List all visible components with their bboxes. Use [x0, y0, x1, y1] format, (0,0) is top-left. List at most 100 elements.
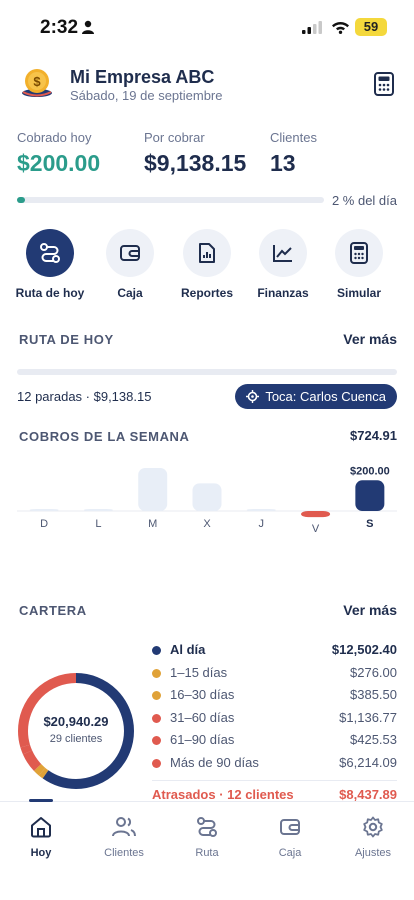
action-label: Reportes [180, 286, 233, 300]
legend-row: 61–90 días $425.53 [152, 731, 397, 754]
bottom-tab-bar: Hoy Clientes Ruta Caja Ajustes [0, 799, 414, 900]
stat-label: Clientes [270, 130, 317, 145]
legend-row: Más de 90 días $6,214.09 [152, 754, 397, 777]
weekly-collections-chart: D L M X J V S $200.00 [17, 465, 397, 535]
action-route-today[interactable]: Ruta de hoy [12, 229, 88, 300]
quick-actions: Ruta de hoy Caja Reportes Finanzas Simul… [12, 229, 402, 300]
action-circle [106, 229, 154, 277]
chart-line-icon [273, 245, 292, 262]
chart-data-label: $200.00 [350, 465, 390, 477]
legend-dot [152, 646, 161, 655]
chart-bar-M [138, 468, 168, 511]
legend-dot [152, 758, 161, 768]
stat-value: $200.00 [17, 150, 101, 176]
day-progress-label: 2 % del día [331, 193, 397, 208]
next-stop-chip[interactable]: Toca: Carlos Cuenca [235, 384, 397, 409]
legend-label: 31–60 días [170, 709, 235, 725]
legend-amount: $276.00 [350, 664, 397, 680]
action-label: Simular [336, 286, 381, 300]
route-icon [197, 817, 217, 837]
chart-tick-label: J [259, 518, 265, 530]
app-header: $ Mi Empresa ABC Sábado, 19 de septiembr… [18, 62, 396, 106]
chart-bar-D [29, 509, 59, 511]
portfolio-see-more-link[interactable]: Ver más [343, 602, 397, 618]
legend-row: 1–15 días $276.00 [152, 664, 397, 687]
next-stop-label: Toca: Carlos Cuenca [265, 389, 386, 404]
stat-pending: Por cobrar $9,138.15 [144, 130, 246, 177]
legend-amount: $1,136.77 [339, 709, 397, 725]
tab-route[interactable]: Ruta [172, 814, 242, 859]
chart-tick-label: V [312, 523, 320, 535]
portfolio-legend: Al día $12,502.40 1–15 días $276.00 16–3… [152, 641, 397, 802]
chart-bar-S [355, 480, 385, 511]
chart-tick-label: D [40, 518, 48, 530]
overdue-label: Atrasados · 12 clientes [152, 787, 294, 802]
stat-value: 13 [270, 150, 296, 176]
legend-amount: $12,502.40 [331, 642, 397, 657]
status-bar: 2:32 59 [0, 0, 414, 52]
stat-label: Cobrado hoy [17, 130, 92, 145]
overdue-amount: $8,437.89 [339, 787, 397, 802]
chart-tick-label: M [148, 518, 157, 530]
portfolio-total: $20,940.29 [43, 714, 109, 729]
action-label: Caja [117, 286, 143, 300]
tab-label: Ruta [195, 847, 219, 859]
stat-label: Por cobrar [144, 130, 205, 145]
action-label: Finanzas [257, 286, 309, 300]
legend-divider [152, 780, 397, 781]
action-cash[interactable]: Caja [92, 229, 168, 300]
legend-dot [152, 736, 161, 745]
wallet-icon [280, 819, 300, 835]
weekly-section-title: COBROS DE LA SEMANA [19, 429, 190, 444]
signal-icon [302, 21, 322, 34]
tab-label: Clientes [104, 847, 144, 859]
action-circle [259, 229, 307, 277]
stat-collected-today: Cobrado hoy $200.00 [17, 130, 100, 177]
action-circle [183, 229, 231, 277]
tab-label: Ajustes [354, 847, 392, 859]
summary-stats: Cobrado hoy $200.00 Por cobrar $9,138.15… [17, 130, 397, 180]
legend-row: 31–60 días $1,136.77 [152, 709, 397, 732]
target-icon [246, 390, 260, 403]
calculator-button[interactable] [374, 72, 394, 96]
users-icon [112, 817, 136, 837]
stat-value: $9,138.15 [144, 150, 247, 176]
action-label: Ruta de hoy [15, 286, 85, 300]
legend-amount: $385.50 [350, 687, 397, 702]
wallet-icon [120, 245, 140, 261]
active-tab-indicator [29, 799, 53, 802]
tab-clients[interactable]: Clientes [89, 814, 159, 859]
chart-tick-label: L [95, 518, 101, 530]
svg-text:$: $ [33, 74, 41, 89]
action-reports[interactable]: Reportes [169, 229, 245, 300]
wifi-icon [332, 22, 349, 34]
action-circle [335, 229, 383, 277]
action-simulate[interactable]: Simular [321, 229, 397, 300]
legend-row: 16–30 días $385.50 [152, 686, 397, 709]
calculator-icon [350, 242, 368, 264]
report-icon [199, 243, 215, 263]
overdue-summary[interactable]: Atrasados · 12 clientes $8,437.89 [152, 784, 397, 802]
legend-amount: $425.53 [350, 732, 397, 747]
legend-dot [152, 691, 161, 700]
current-date: Sábado, 19 de septiembre [70, 88, 223, 103]
tab-cash[interactable]: Caja [255, 814, 325, 859]
tab-label: Caja [278, 847, 302, 859]
action-finances[interactable]: Finanzas [245, 229, 321, 300]
tab-home[interactable]: Hoy [6, 814, 76, 859]
chart-bar-L [83, 509, 113, 511]
chart-bar-J [246, 509, 276, 511]
route-progress-bar [17, 369, 397, 375]
legend-dot [152, 713, 161, 723]
day-progress-bar [17, 197, 324, 203]
portfolio-clients: 29 clientes [49, 733, 103, 745]
legend-label: 61–90 días [170, 732, 235, 747]
legend-label: 1–15 días [170, 664, 228, 680]
route-see-more-link[interactable]: Ver más [343, 331, 397, 347]
chart-tick-label: S [366, 518, 373, 530]
chart-tick-label: X [203, 518, 211, 530]
legend-label: Más de 90 días [170, 754, 259, 770]
tab-settings[interactable]: Ajustes [338, 814, 408, 859]
legend-label: 16–30 días [170, 687, 235, 702]
donut-center: $20,940.29 29 clientes [28, 714, 124, 745]
